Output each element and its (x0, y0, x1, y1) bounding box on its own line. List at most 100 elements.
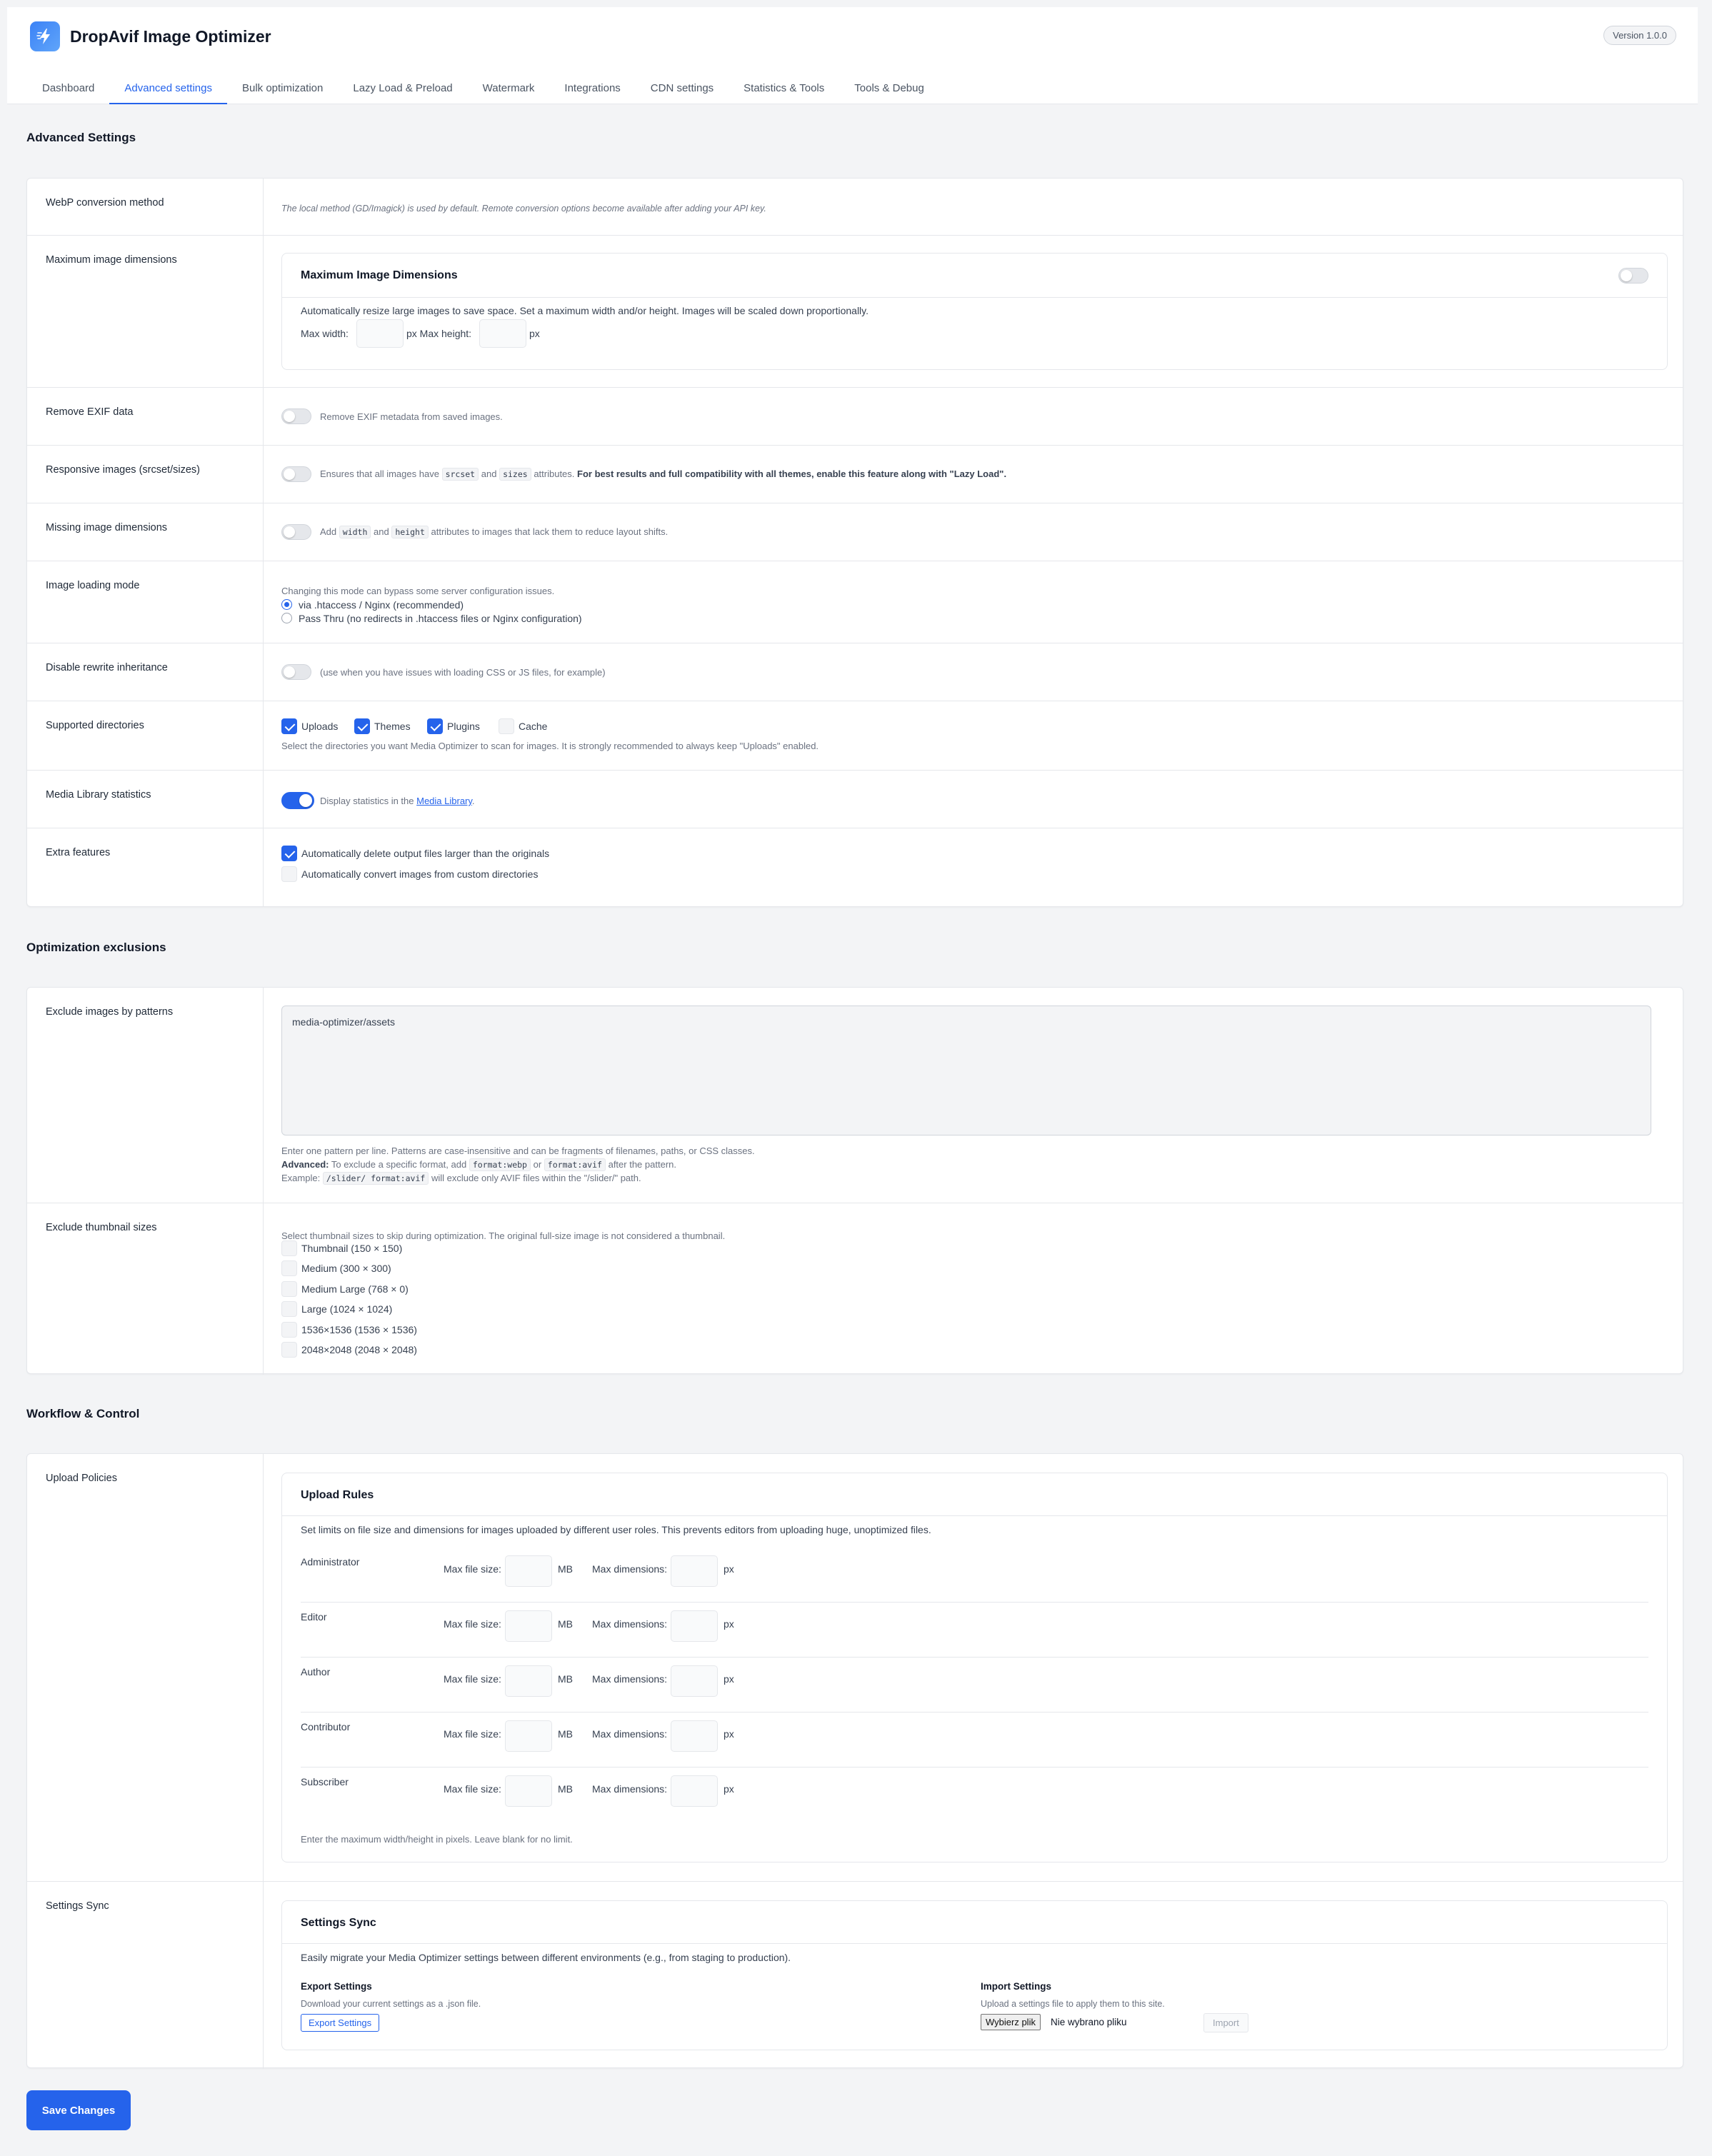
dir-cache-checkbox[interactable] (499, 718, 514, 734)
export-title: Export Settings (301, 1981, 372, 1992)
exclusions-heading: Optimization exclusions (26, 941, 166, 954)
row-missing-dimensions: Missing image dimensions Add width and h… (27, 503, 1683, 561)
max-height-input[interactable] (479, 319, 526, 348)
rewrite-inheritance-desc: (use when you have issues with loading C… (320, 667, 606, 678)
row-label: Media Library statistics (46, 789, 151, 801)
role-row-author: Author Max file size: MB Max dimensions:… (301, 1658, 1648, 1713)
tab-advanced-settings[interactable]: Advanced settings (109, 79, 227, 104)
thumb-label: Medium (300 × 300) (301, 1263, 391, 1274)
row-upload-policies: Upload Policies Upload Rules Set limits … (27, 1454, 1683, 1882)
save-changes-button[interactable]: Save Changes (26, 2090, 131, 2130)
row-max-dimensions: Maximum image dimensions Maximum Image D… (27, 236, 1683, 388)
patterns-help: Enter one pattern per line. Patterns are… (281, 1145, 755, 1156)
exif-desc: Remove EXIF metadata from saved images. (320, 411, 503, 422)
max-dimensions-input[interactable] (671, 1555, 718, 1587)
max-dimensions-card: Maximum Image Dimensions Automatically r… (281, 253, 1668, 370)
max-file-size-input[interactable] (505, 1775, 552, 1807)
max-file-size-input[interactable] (505, 1720, 552, 1752)
settings-sync-desc: Easily migrate your Media Optimizer sett… (301, 1952, 791, 1963)
tab-statistics-tools[interactable]: Statistics & Tools (729, 79, 839, 104)
thumb-checkbox[interactable] (281, 1240, 297, 1256)
tab-integrations[interactable]: Integrations (549, 79, 635, 104)
advanced-settings-card: WebP conversion method The local method … (26, 178, 1683, 907)
row-label: Missing image dimensions (46, 522, 168, 533)
export-settings-button[interactable]: Export Settings (301, 2014, 380, 2032)
choose-file-button[interactable]: Wybierz plik (981, 2014, 1041, 2030)
media-library-stats-toggle[interactable] (281, 792, 314, 809)
dir-plugins-checkbox[interactable] (427, 718, 443, 734)
max-width-label: Max width: (301, 328, 349, 339)
max-width-input[interactable] (356, 319, 404, 348)
max-file-size-input[interactable] (505, 1555, 552, 1587)
thumb-checkbox[interactable] (281, 1322, 297, 1338)
rewrite-inheritance-toggle[interactable] (281, 664, 311, 680)
convert-custom-dirs-checkbox[interactable] (281, 866, 297, 882)
role-name: Author (301, 1666, 331, 1678)
media-library-link[interactable]: Media Library (416, 796, 472, 806)
thumb-checkbox[interactable] (281, 1281, 297, 1297)
row-label: WebP conversion method (46, 197, 164, 209)
role-row-administrator: Administrator Max file size: MB Max dime… (301, 1548, 1648, 1603)
row-exif: Remove EXIF data Remove EXIF metadata fr… (27, 388, 1683, 446)
responsive-desc: Ensures that all images have srcset and … (320, 468, 1007, 481)
role-row-editor: Editor Max file size: MB Max dimensions:… (301, 1603, 1648, 1658)
max-dimensions-input[interactable] (671, 1775, 718, 1807)
tab-bar: Dashboard Advanced settings Bulk optimiz… (27, 79, 939, 104)
max-dimensions-input[interactable] (671, 1720, 718, 1752)
max-dimensions-input[interactable] (671, 1610, 718, 1642)
max-file-size-input[interactable] (505, 1610, 552, 1642)
upload-rules-desc: Set limits on file size and dimensions f… (301, 1524, 931, 1535)
upload-rules-footer: Enter the maximum width/height in pixels… (301, 1834, 573, 1845)
thumb-checkbox[interactable] (281, 1342, 297, 1358)
role-row-contributor: Contributor Max file size: MB Max dimens… (301, 1713, 1648, 1768)
delete-larger-label: Automatically delete output files larger… (301, 848, 550, 859)
version-badge: Version 1.0.0 (1603, 26, 1676, 45)
row-label: Supported directories (46, 720, 144, 731)
app-title: DropAvif Image Optimizer (70, 27, 271, 46)
app-header: DropAvif Image Optimizer Version 1.0.0 D… (7, 7, 1698, 104)
tab-lazy-load[interactable]: Lazy Load & Preload (338, 79, 467, 104)
responsive-toggle[interactable] (281, 466, 311, 482)
tab-dashboard[interactable]: Dashboard (27, 79, 109, 104)
export-desc: Download your current settings as a .jso… (301, 1999, 481, 2009)
row-label: Remove EXIF data (46, 406, 134, 418)
tab-watermark[interactable]: Watermark (468, 79, 550, 104)
max-file-size-input[interactable] (505, 1665, 552, 1697)
dir-themes-checkbox[interactable] (354, 718, 370, 734)
role-row-subscriber: Subscriber Max file size: MB Max dimensi… (301, 1768, 1648, 1822)
thumb-checkbox[interactable] (281, 1301, 297, 1317)
max-dimensions-input[interactable] (671, 1665, 718, 1697)
missing-dimensions-desc: Add width and height attributes to image… (320, 526, 669, 538)
delete-larger-checkbox[interactable] (281, 846, 297, 861)
dir-plugins-label: Plugins (447, 721, 480, 732)
patterns-example: Example: /slider/ format:avif will exclu… (281, 1172, 641, 1185)
workflow-card: Upload Policies Upload Rules Set limits … (26, 1453, 1683, 2069)
tab-tools-debug[interactable]: Tools & Debug (839, 79, 939, 104)
max-dimensions-toggle[interactable] (1618, 268, 1648, 284)
media-library-stats-desc: Display statistics in the Media Library. (320, 796, 475, 806)
import-button[interactable]: Import (1203, 2013, 1248, 2032)
tab-cdn-settings[interactable]: CDN settings (636, 79, 729, 104)
max-dimensions-desc: Automatically resize large images to sav… (301, 305, 869, 316)
row-label: Image loading mode (46, 580, 140, 591)
role-name: Editor (301, 1611, 327, 1623)
exclude-patterns-textarea[interactable]: media-optimizer/assets (281, 1006, 1651, 1135)
thumbnails-note: Select thumbnail sizes to skip during op… (281, 1230, 726, 1241)
tab-bulk-optimization[interactable]: Bulk optimization (227, 79, 338, 104)
dir-cache-label: Cache (519, 721, 548, 732)
loading-mode-note: Changing this mode can bypass some serve… (281, 586, 555, 596)
loading-mode-radio-passthru[interactable] (281, 613, 292, 623)
row-webp: WebP conversion method The local method … (27, 179, 1683, 236)
loading-mode-option-htaccess: via .htaccess / Nginx (recommended) (299, 599, 464, 611)
upload-rules-title: Upload Rules (301, 1489, 374, 1501)
row-supported-directories: Supported directories Uploads Themes Plu… (27, 701, 1683, 771)
role-name: Subscriber (301, 1776, 349, 1788)
dir-uploads-checkbox[interactable] (281, 718, 297, 734)
loading-mode-radio-htaccess[interactable] (281, 599, 292, 610)
thumb-checkbox[interactable] (281, 1260, 297, 1276)
thumb-label: Medium Large (768 × 0) (301, 1283, 409, 1295)
exif-toggle[interactable] (281, 408, 311, 424)
missing-dimensions-toggle[interactable] (281, 524, 311, 540)
row-rewrite-inheritance: Disable rewrite inheritance (use when yo… (27, 643, 1683, 701)
webp-note: The local method (GD/Imagick) is used by… (281, 204, 766, 214)
